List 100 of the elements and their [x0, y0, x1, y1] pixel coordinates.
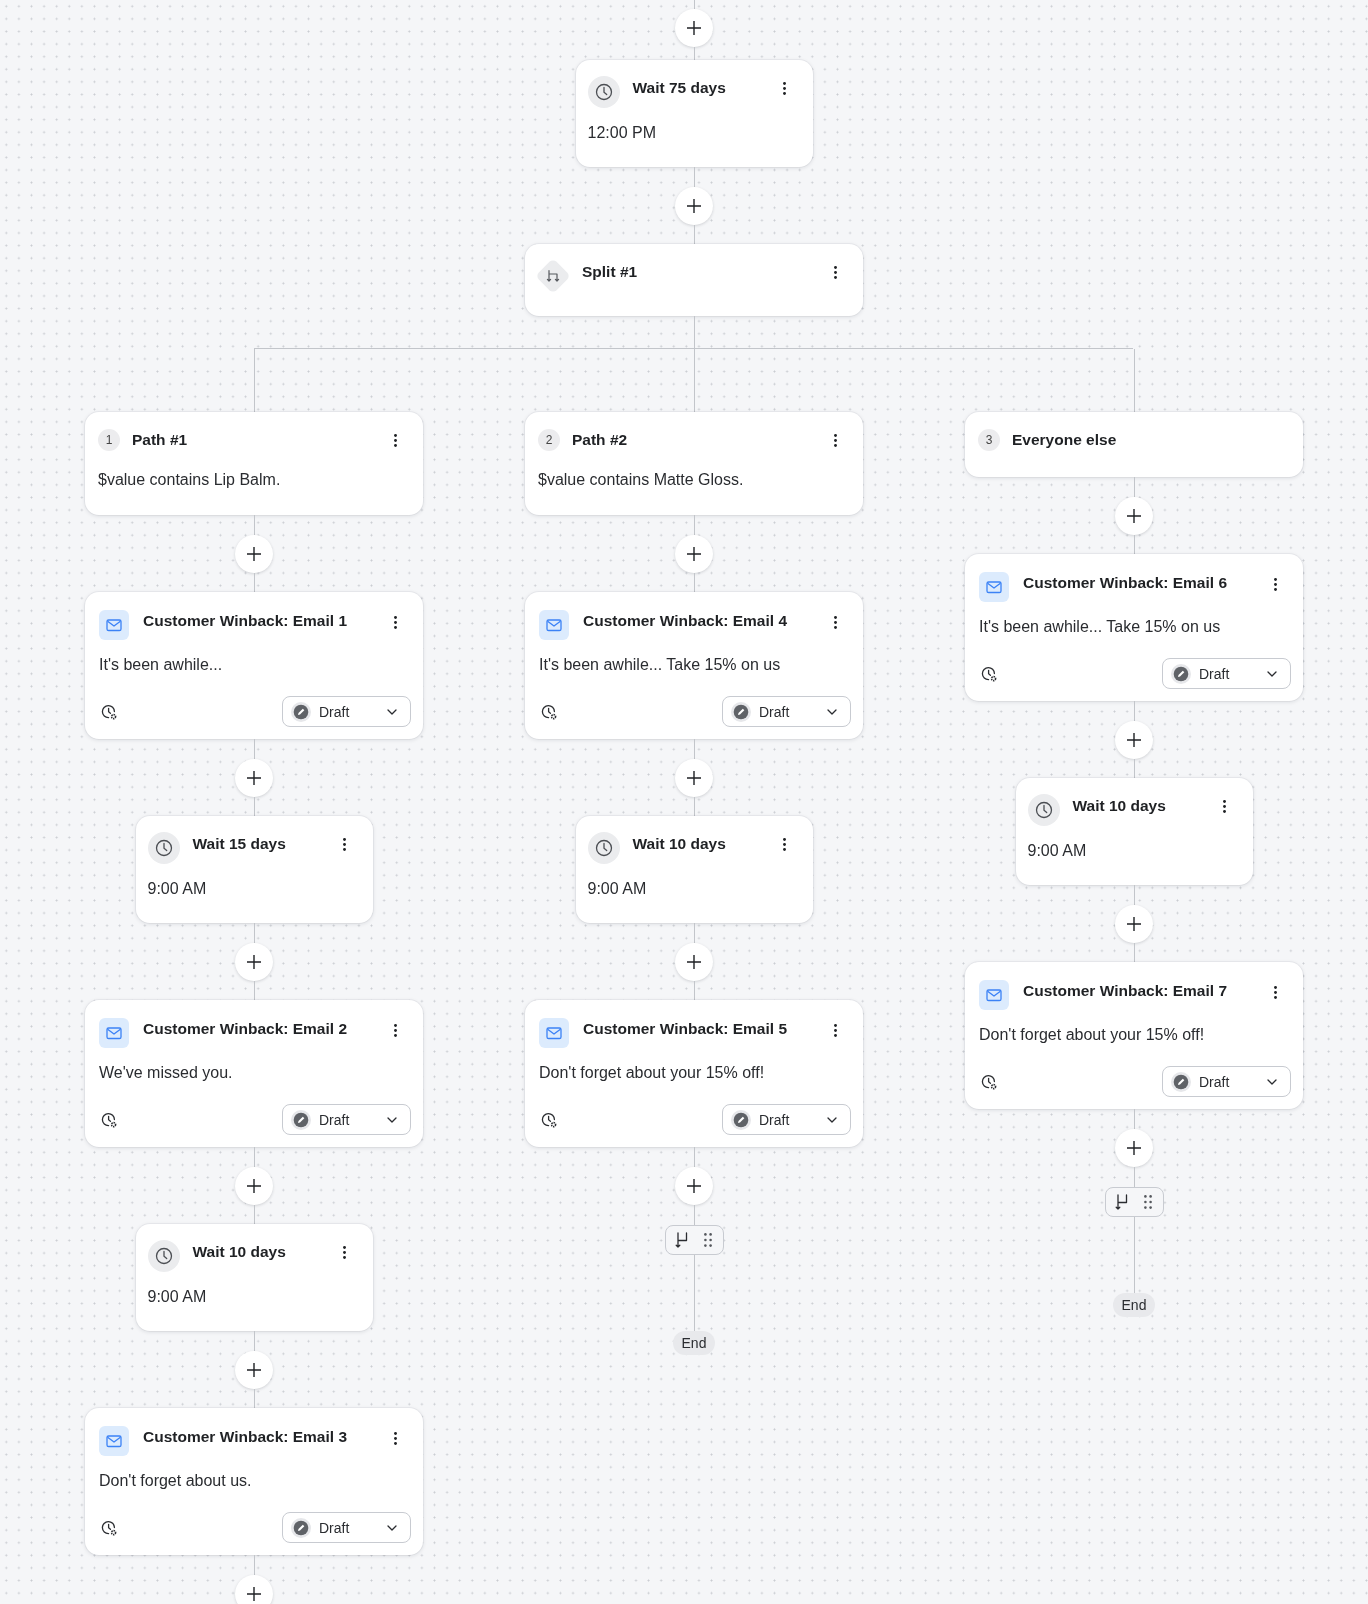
clock-gear-icon[interactable]	[101, 703, 117, 720]
clock-gear-icon[interactable]	[981, 665, 997, 682]
add-step-button[interactable]	[235, 1351, 273, 1389]
add-step-button[interactable]	[1115, 497, 1153, 535]
wait-step-card[interactable]: Wait 10 days 9:00 AM	[1015, 778, 1253, 885]
email-subject: It's been awhile... Take 15% on us	[539, 655, 782, 675]
plus-icon	[687, 1179, 701, 1193]
end-node: End	[1112, 1293, 1156, 1317]
envelope-icon	[539, 610, 569, 640]
connector-line	[1133, 1109, 1135, 1129]
chevron-down-icon	[387, 1116, 397, 1123]
path-card[interactable]: 1 Path #1 $value contains Lip Balm.	[85, 412, 423, 515]
add-step-button[interactable]	[235, 943, 273, 981]
email-step-card[interactable]: Customer Winback: Email 7 Don't forget about your 15% off! Draft	[965, 962, 1303, 1109]
status-dropdown[interactable]: Draft	[722, 1104, 851, 1135]
connector-line	[1133, 943, 1135, 962]
wait-step-card[interactable]: Wait 15 days 9:00 AM	[135, 816, 373, 923]
step-title: Customer Winback: Email 6	[1023, 573, 1228, 593]
connector-line	[693, 167, 695, 187]
kebab-icon	[393, 433, 397, 447]
path-card[interactable]: 3 Everyone else	[965, 412, 1303, 477]
end-node: End	[672, 1331, 716, 1355]
connector-line	[253, 1205, 255, 1224]
email-step-card[interactable]: Customer Winback: Email 4 It's been awhile... Take 15% on us Draft	[525, 592, 863, 739]
add-step-button[interactable]	[235, 1575, 273, 1604]
status-dropdown[interactable]: Draft	[1162, 1066, 1291, 1097]
status-dropdown[interactable]: Draft	[282, 1104, 411, 1135]
kebab-icon	[833, 615, 837, 629]
plus-icon	[247, 955, 261, 969]
connector-line	[253, 923, 255, 943]
wait-step-card[interactable]: Wait 10 days 9:00 AM	[135, 1224, 373, 1331]
turn-down-arrow-icon[interactable]	[1114, 1194, 1129, 1210]
connector-line	[693, 981, 695, 1000]
step-title: Customer Winback: Email 5	[583, 1019, 788, 1039]
path-title: Path #2	[572, 430, 629, 450]
connector-line	[253, 573, 255, 592]
email-subject: It's been awhile... Take 15% on us	[979, 617, 1222, 637]
add-step-button[interactable]	[675, 943, 713, 981]
add-step-button[interactable]	[675, 187, 713, 225]
add-step-button[interactable]	[235, 1167, 273, 1205]
envelope-icon	[99, 1018, 129, 1048]
chevron-down-icon	[1267, 1078, 1277, 1085]
email-step-card[interactable]: Customer Winback: Email 1 It's been awhile... Draft	[85, 592, 423, 739]
plus-icon	[687, 199, 701, 213]
clock-gear-icon[interactable]	[101, 1519, 117, 1536]
connector-line	[693, 739, 695, 759]
email-step-card[interactable]: Customer Winback: Email 6 It's been awhile... Take 15% on us Draft	[965, 554, 1303, 701]
add-step-button[interactable]	[235, 759, 273, 797]
drag-handle-icon[interactable]	[1143, 1195, 1152, 1209]
path-card[interactable]: 2 Path #2 $value contains Matte Gloss.	[525, 412, 863, 515]
add-step-button[interactable]	[675, 759, 713, 797]
add-step-button[interactable]	[1115, 721, 1153, 759]
plus-icon	[1127, 509, 1141, 523]
step-title: Wait 10 days	[192, 1242, 287, 1262]
chevron-down-icon	[827, 708, 837, 715]
kebab-icon	[783, 837, 786, 851]
split-step-card[interactable]: Split #1	[525, 244, 863, 316]
add-step-button[interactable]	[1115, 905, 1153, 943]
path-number: 2	[538, 429, 560, 451]
kebab-icon	[393, 615, 397, 629]
wait-step-card[interactable]: Wait 75 days 12:00 PM	[575, 60, 813, 167]
connector-line	[1133, 885, 1135, 905]
connector-line	[693, 1147, 695, 1167]
wait-time: 9:00 AM	[147, 879, 208, 899]
email-step-card[interactable]: Customer Winback: Email 5 Don't forget about your 15% off! Draft	[525, 1000, 863, 1147]
add-step-button[interactable]	[675, 1167, 713, 1205]
connector-line	[253, 1389, 255, 1408]
plus-icon	[247, 771, 261, 785]
pencil-icon	[291, 1517, 311, 1538]
drag-handle-icon[interactable]	[703, 1233, 712, 1247]
kebab-icon	[783, 81, 786, 95]
status-dropdown[interactable]: Draft	[282, 696, 411, 727]
clock-gear-icon[interactable]	[541, 1111, 557, 1128]
connector-line	[253, 797, 255, 816]
add-step-button[interactable]	[235, 535, 273, 573]
status-dropdown[interactable]: Draft	[282, 1512, 411, 1543]
add-step-button[interactable]	[675, 9, 713, 47]
kebab-icon	[833, 433, 837, 447]
step-title: Customer Winback: Email 3	[143, 1427, 348, 1447]
step-title: Customer Winback: Email 1	[143, 611, 348, 631]
kebab-icon	[833, 265, 837, 279]
clock-gear-icon[interactable]	[541, 703, 557, 720]
path-condition: $value contains Lip Balm.	[98, 470, 282, 490]
wait-step-card[interactable]: Wait 10 days 9:00 AM	[575, 816, 813, 923]
status-dropdown[interactable]: Draft	[722, 696, 851, 727]
add-step-button[interactable]	[675, 535, 713, 573]
add-step-button[interactable]	[1115, 1129, 1153, 1167]
plus-icon	[687, 21, 701, 35]
clock-gear-icon[interactable]	[101, 1111, 117, 1128]
envelope-icon	[979, 572, 1009, 602]
turn-down-arrow-icon[interactable]	[674, 1232, 689, 1248]
clock-icon	[1027, 794, 1060, 826]
status-dropdown[interactable]: Draft	[1162, 658, 1291, 689]
email-step-card[interactable]: Customer Winback: Email 3 Don't forget about us. Draft	[85, 1408, 423, 1555]
chevron-down-icon	[1267, 670, 1277, 677]
path-number: 3	[978, 429, 1000, 451]
clock-gear-icon[interactable]	[981, 1073, 997, 1090]
email-step-card[interactable]: Customer Winback: Email 2 We've missed you. Draft	[85, 1000, 423, 1147]
kebab-icon	[1273, 577, 1277, 591]
step-title: Customer Winback: Email 7	[1023, 981, 1228, 1001]
